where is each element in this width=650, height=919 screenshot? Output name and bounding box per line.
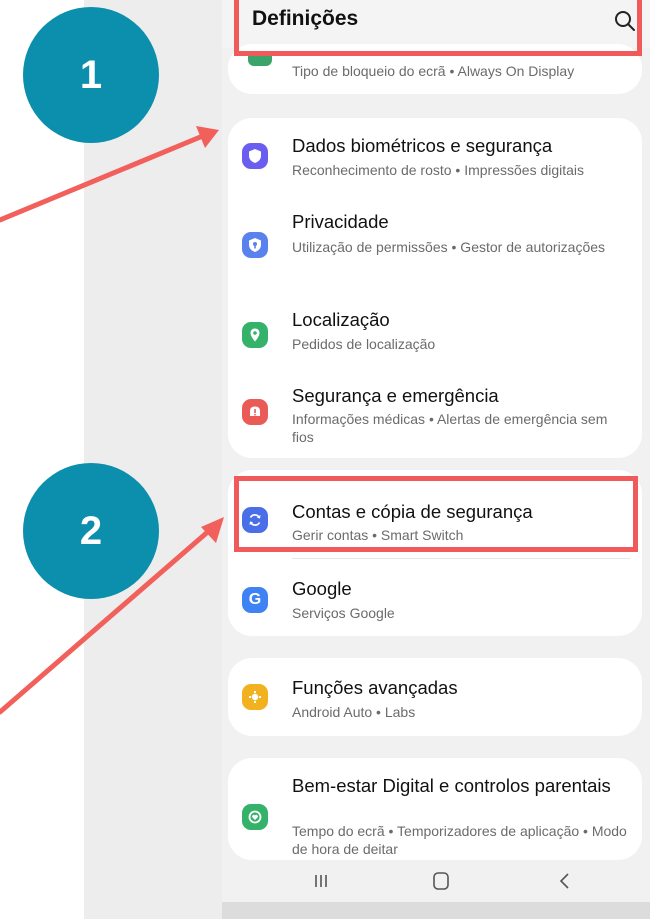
step-2-callout: 2 [23,463,159,599]
arrowhead-2 [201,517,224,543]
step-1-callout: 1 [23,7,159,143]
arrow-to-biometrics [0,130,213,223]
